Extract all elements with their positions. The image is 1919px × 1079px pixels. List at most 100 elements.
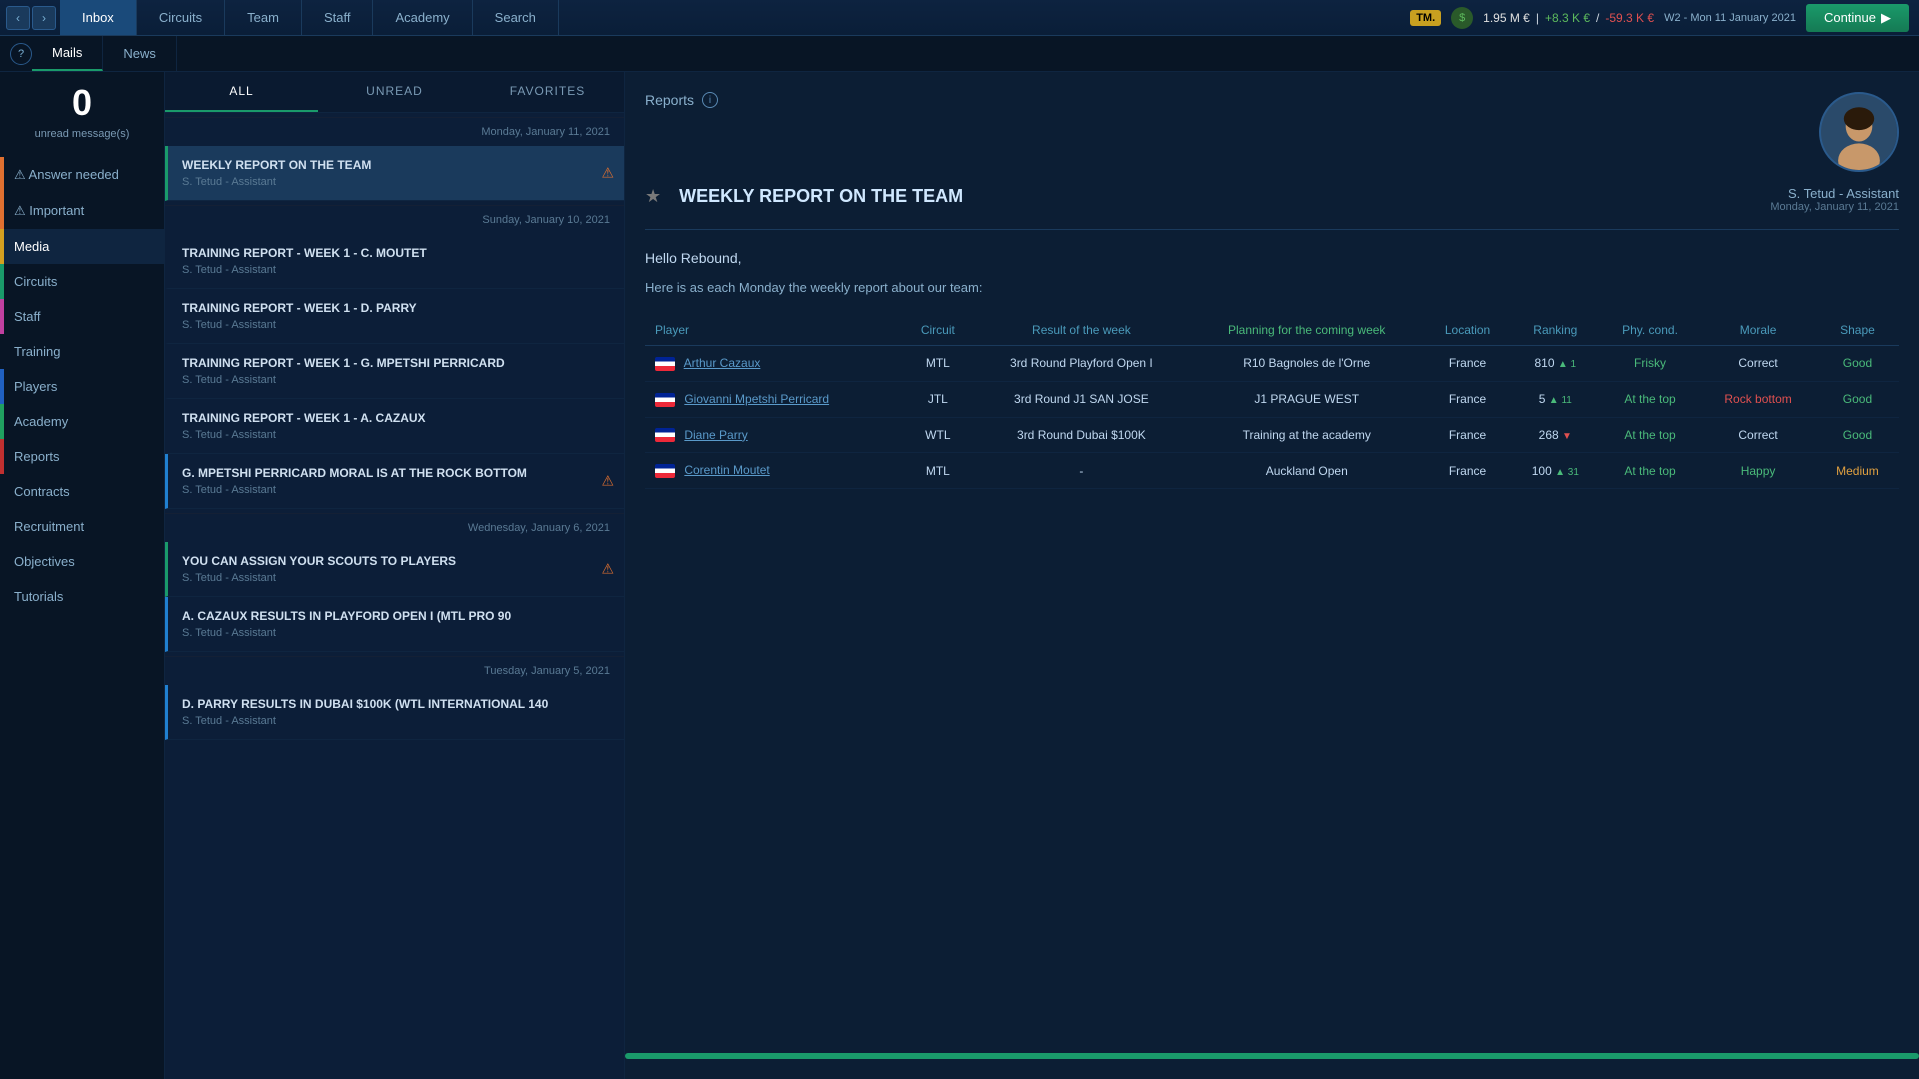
reports-section-label: Reports — [645, 92, 694, 108]
col-result: Result of the week — [974, 315, 1190, 346]
sidebar-items: ⚠ Answer needed ⚠ Important Media Circui… — [0, 157, 164, 1079]
content-panel: Reports i ★ WEEKLY REPORT ON THE TEAM S — [625, 72, 1919, 1079]
sidebar-item-reports[interactable]: Reports — [0, 439, 164, 474]
mail-sender: S. Tetud - Assistant — [182, 627, 610, 639]
nav-back-button[interactable]: ‹ — [6, 6, 30, 30]
morale-cell: Correct — [1700, 417, 1816, 453]
list-item[interactable]: TRAINING REPORT - WEEK 1 - D. PARRY S. T… — [165, 289, 624, 344]
list-item[interactable]: G. MPETSHI PERRICARD MORAL IS AT THE ROC… — [165, 454, 624, 509]
mail-title: A. CAZAUX RESULTS IN PLAYFORD OPEN I (MT… — [182, 609, 610, 623]
unread-label: unread message(s) — [35, 128, 130, 140]
sidebar-item-label: ⚠ Important — [14, 203, 84, 219]
list-item[interactable]: TRAINING REPORT - WEEK 1 - A. CAZAUX S. … — [165, 399, 624, 454]
sidebar-item-label: Contracts — [14, 484, 70, 499]
mail-title: TRAINING REPORT - WEEK 1 - D. PARRY — [182, 301, 610, 315]
circuit-cell: MTL — [902, 453, 974, 489]
sender-date: Monday, January 11, 2021 — [1770, 201, 1899, 213]
tab-circuits[interactable]: Circuits — [137, 0, 225, 35]
sidebar-item-tutorials[interactable]: Tutorials — [0, 579, 164, 614]
flag-icon — [655, 357, 675, 371]
phy-cond-cell: Frisky — [1600, 346, 1700, 382]
table-header-row: Player Circuit Result of the week Planni… — [645, 315, 1899, 346]
sender-name: S. Tetud - Assistant — [1770, 186, 1899, 201]
table-row: Diane Parry WTL 3rd Round Dubai $100K Tr… — [645, 417, 1899, 453]
list-item[interactable]: D. PARRY RESULTS IN DUBAI $100K (WTL INT… — [165, 685, 624, 740]
player-name-link[interactable]: Diane Parry — [684, 428, 747, 442]
date-separator-sunday: Sunday, January 10, 2021 — [165, 205, 624, 234]
sidebar-item-staff[interactable]: Staff — [0, 299, 164, 334]
continue-button[interactable]: Continue ▶ — [1806, 4, 1909, 32]
col-circuit: Circuit — [902, 315, 974, 346]
indicator-blue — [0, 369, 4, 404]
sub-nav-bar: ? Mails News — [0, 36, 1919, 72]
tab-inbox[interactable]: Inbox — [60, 0, 137, 35]
mail-sender: S. Tetud - Assistant — [182, 264, 610, 276]
help-icon[interactable]: ? — [10, 43, 32, 65]
sidebar-item-academy[interactable]: Academy — [0, 404, 164, 439]
mail-sender: S. Tetud - Assistant — [182, 319, 610, 331]
report-table: Player Circuit Result of the week Planni… — [645, 315, 1899, 489]
list-item[interactable]: WEEKLY REPORT ON THE TEAM S. Tetud - Ass… — [165, 146, 624, 201]
player-name-link[interactable]: Corentin Moutet — [684, 463, 769, 477]
player-name-link[interactable]: Arthur Cazaux — [684, 356, 761, 370]
mail-tab-all[interactable]: ALL — [165, 72, 318, 112]
sidebar-item-training[interactable]: Training — [0, 334, 164, 369]
mail-scroll-area[interactable]: Monday, January 11, 2021 WEEKLY REPORT O… — [165, 113, 624, 1079]
phy-cond-cell: At the top — [1600, 453, 1700, 489]
sidebar-item-label: Objectives — [14, 554, 75, 569]
flag-icon — [655, 464, 675, 478]
list-item[interactable]: YOU CAN ASSIGN YOUR SCOUTS TO PLAYERS S.… — [165, 542, 624, 597]
sidebar-item-players[interactable]: Players — [0, 369, 164, 404]
rank-change: ▲ 1 — [1558, 359, 1576, 370]
indicator-green — [0, 404, 4, 439]
sub-tab-mails[interactable]: Mails — [32, 36, 103, 71]
nav-forward-button[interactable]: › — [32, 6, 56, 30]
list-item[interactable]: TRAINING REPORT - WEEK 1 - G. MPETSHI PE… — [165, 344, 624, 399]
tab-search[interactable]: Search — [473, 0, 559, 35]
main-nav-tabs: Inbox Circuits Team Staff Academy Search — [60, 0, 559, 35]
sidebar-item-media[interactable]: Media — [0, 229, 164, 264]
morale-cell: Happy — [1700, 453, 1816, 489]
sidebar-item-important[interactable]: ⚠ Important — [0, 193, 164, 229]
week-info: W2 - Mon 11 January 2021 — [1664, 12, 1796, 24]
col-phy-cond: Phy. cond. — [1600, 315, 1700, 346]
report-title-row: ★ WEEKLY REPORT ON THE TEAM — [645, 186, 963, 207]
sidebar-item-contracts[interactable]: Contracts — [0, 474, 164, 509]
star-icon[interactable]: ★ — [645, 186, 661, 207]
sidebar-item-label: Tutorials — [14, 589, 63, 604]
sidebar-item-label: Players — [14, 379, 57, 394]
list-item[interactable]: A. CAZAUX RESULTS IN PLAYFORD OPEN I (MT… — [165, 597, 624, 652]
tab-team[interactable]: Team — [225, 0, 302, 35]
sender-info: S. Tetud - Assistant Monday, January 11,… — [1770, 186, 1899, 213]
sidebar-item-label: Media — [14, 239, 49, 254]
mail-sender: S. Tetud - Assistant — [182, 572, 610, 584]
mail-tab-unread[interactable]: UNREAD — [318, 72, 471, 112]
player-cell: Diane Parry — [645, 417, 902, 453]
avatar-image — [1821, 92, 1897, 172]
rank-change: ▲ 31 — [1555, 467, 1579, 478]
tab-staff[interactable]: Staff — [302, 0, 374, 35]
location-cell: France — [1424, 381, 1511, 417]
planning-cell: J1 PRAGUE WEST — [1189, 381, 1424, 417]
sidebar-item-objectives[interactable]: Objectives — [0, 544, 164, 579]
top-bar-right: TM. $ 1.95 M € | +8.3 K € / -59.3 K € W2… — [1410, 4, 1919, 32]
indicator-pink — [0, 299, 4, 334]
tab-academy[interactable]: Academy — [373, 0, 472, 35]
col-ranking: Ranking — [1511, 315, 1600, 346]
report-main-header: ★ WEEKLY REPORT ON THE TEAM S. Tetud - A… — [645, 186, 1899, 230]
sub-tab-news[interactable]: News — [103, 36, 177, 71]
finance-amount: 1.95 M € — [1483, 11, 1530, 25]
list-item[interactable]: TRAINING REPORT - WEEK 1 - C. MOUTET S. … — [165, 234, 624, 289]
sidebar-item-circuits[interactable]: Circuits — [0, 264, 164, 299]
result-cell: 3rd Round J1 SAN JOSE — [974, 381, 1190, 417]
info-icon[interactable]: i — [702, 92, 718, 108]
finance-info: 1.95 M € | +8.3 K € / -59.3 K € — [1483, 11, 1654, 25]
mail-title: TRAINING REPORT - WEEK 1 - A. CAZAUX — [182, 411, 610, 425]
mail-tab-favorites[interactable]: FAVORITES — [471, 72, 624, 112]
sidebar-item-recruitment[interactable]: Recruitment — [0, 509, 164, 544]
phy-cond-cell: At the top — [1600, 381, 1700, 417]
table-row: Corentin Moutet MTL - Auckland Open Fran… — [645, 453, 1899, 489]
player-name-link[interactable]: Giovanni Mpetshi Perricard — [684, 392, 829, 406]
top-nav-bar: ‹ › Inbox Circuits Team Staff Academy Se… — [0, 0, 1919, 36]
sidebar-item-answer-needed[interactable]: ⚠ Answer needed — [0, 157, 164, 193]
